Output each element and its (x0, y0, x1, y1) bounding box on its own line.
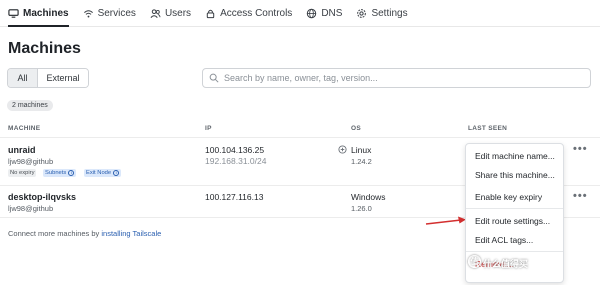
menu-edit-machine-name[interactable]: Edit machine name... (475, 151, 555, 161)
machine-os: Linux (351, 145, 372, 155)
menu-divider (466, 208, 563, 209)
menu-share-machine[interactable]: Share this machine... (475, 170, 555, 180)
nav-users[interactable]: Users (150, 0, 191, 26)
header-divider (0, 137, 600, 138)
row-more-button[interactable]: ••• (573, 143, 588, 155)
connect-more-prefix: Connect more machines by (8, 229, 102, 238)
column-header-last-seen: LAST SEEN (468, 125, 508, 132)
search-box[interactable] (202, 68, 591, 88)
machine-ip[interactable]: 100.127.116.13 (205, 192, 263, 202)
menu-edit-acl-tags[interactable]: Edit ACL tags... (475, 235, 533, 245)
install-tailscale-link[interactable]: installing Tailscale (101, 229, 161, 238)
nav-machines-label: Machines (23, 7, 69, 19)
machine-subnet: 192.168.31.0/24 (205, 156, 267, 166)
machine-owner: ljw98@github (8, 204, 54, 213)
column-header-machine: MACHINE (8, 125, 41, 132)
lock-icon (206, 9, 215, 18)
machine-os-version: 1.24.2 (351, 157, 372, 166)
filter-external-button[interactable]: External (38, 69, 88, 87)
machine-name[interactable]: unraid (8, 145, 36, 155)
nav-machines[interactable]: Machines (8, 0, 69, 27)
wifi-icon (83, 9, 93, 17)
machine-filter: All External (7, 68, 89, 88)
nav-services[interactable]: Services (83, 0, 136, 26)
annotation-arrow (425, 216, 466, 225)
filter-all-button[interactable]: All (8, 69, 38, 87)
nav-services-label: Services (97, 7, 136, 19)
column-header-ip: IP (205, 125, 212, 132)
machine-os: Windows (351, 192, 386, 202)
tag-exit-node: Exit Node i (84, 169, 122, 177)
tag-subnets: Subnets i (43, 169, 77, 177)
machines-icon (8, 8, 19, 18)
watermark-logo: 值 (468, 255, 481, 268)
nav-users-label: Users (164, 7, 192, 19)
nav-settings-label: Settings (371, 7, 408, 19)
machine-name[interactable]: desktop-ilqvsks (8, 192, 76, 202)
info-icon: i (113, 170, 120, 176)
globe-icon (307, 8, 317, 18)
menu-divider (466, 251, 563, 252)
column-header-os: OS (351, 125, 361, 132)
nav-dns-label: DNS (321, 7, 343, 19)
page-title: Machines (8, 40, 81, 57)
machine-ip[interactable]: 100.104.136.25 (205, 145, 264, 155)
menu-enable-key-expiry[interactable]: Enable key expiry (475, 192, 542, 202)
machine-os-version: 1.26.0 (351, 204, 372, 213)
gear-icon (357, 8, 367, 18)
search-icon (209, 73, 219, 83)
nav-access-controls-label: Access Controls (220, 7, 293, 19)
nav-access-controls[interactable]: Access Controls (205, 0, 292, 26)
machine-count-badge: 2 machines (7, 100, 53, 111)
menu-edit-route-settings[interactable]: Edit route settings... (475, 216, 550, 226)
connect-more-text: Connect more machines by installing Tail… (8, 229, 161, 238)
top-nav: Machines Services Users Access Controls … (0, 0, 600, 27)
row-more-button[interactable]: ••• (573, 190, 588, 202)
machine-owner: ljw98@github (8, 157, 54, 166)
nav-settings[interactable]: Settings (356, 0, 408, 26)
update-available-icon (338, 145, 347, 154)
info-icon: i (68, 170, 75, 176)
users-icon (150, 8, 161, 18)
nav-dns[interactable]: DNS (306, 0, 342, 26)
search-input[interactable] (224, 73, 564, 83)
tag-no-expiry: No expiry (8, 169, 37, 177)
watermark-text: 什么值得买 (483, 259, 529, 269)
